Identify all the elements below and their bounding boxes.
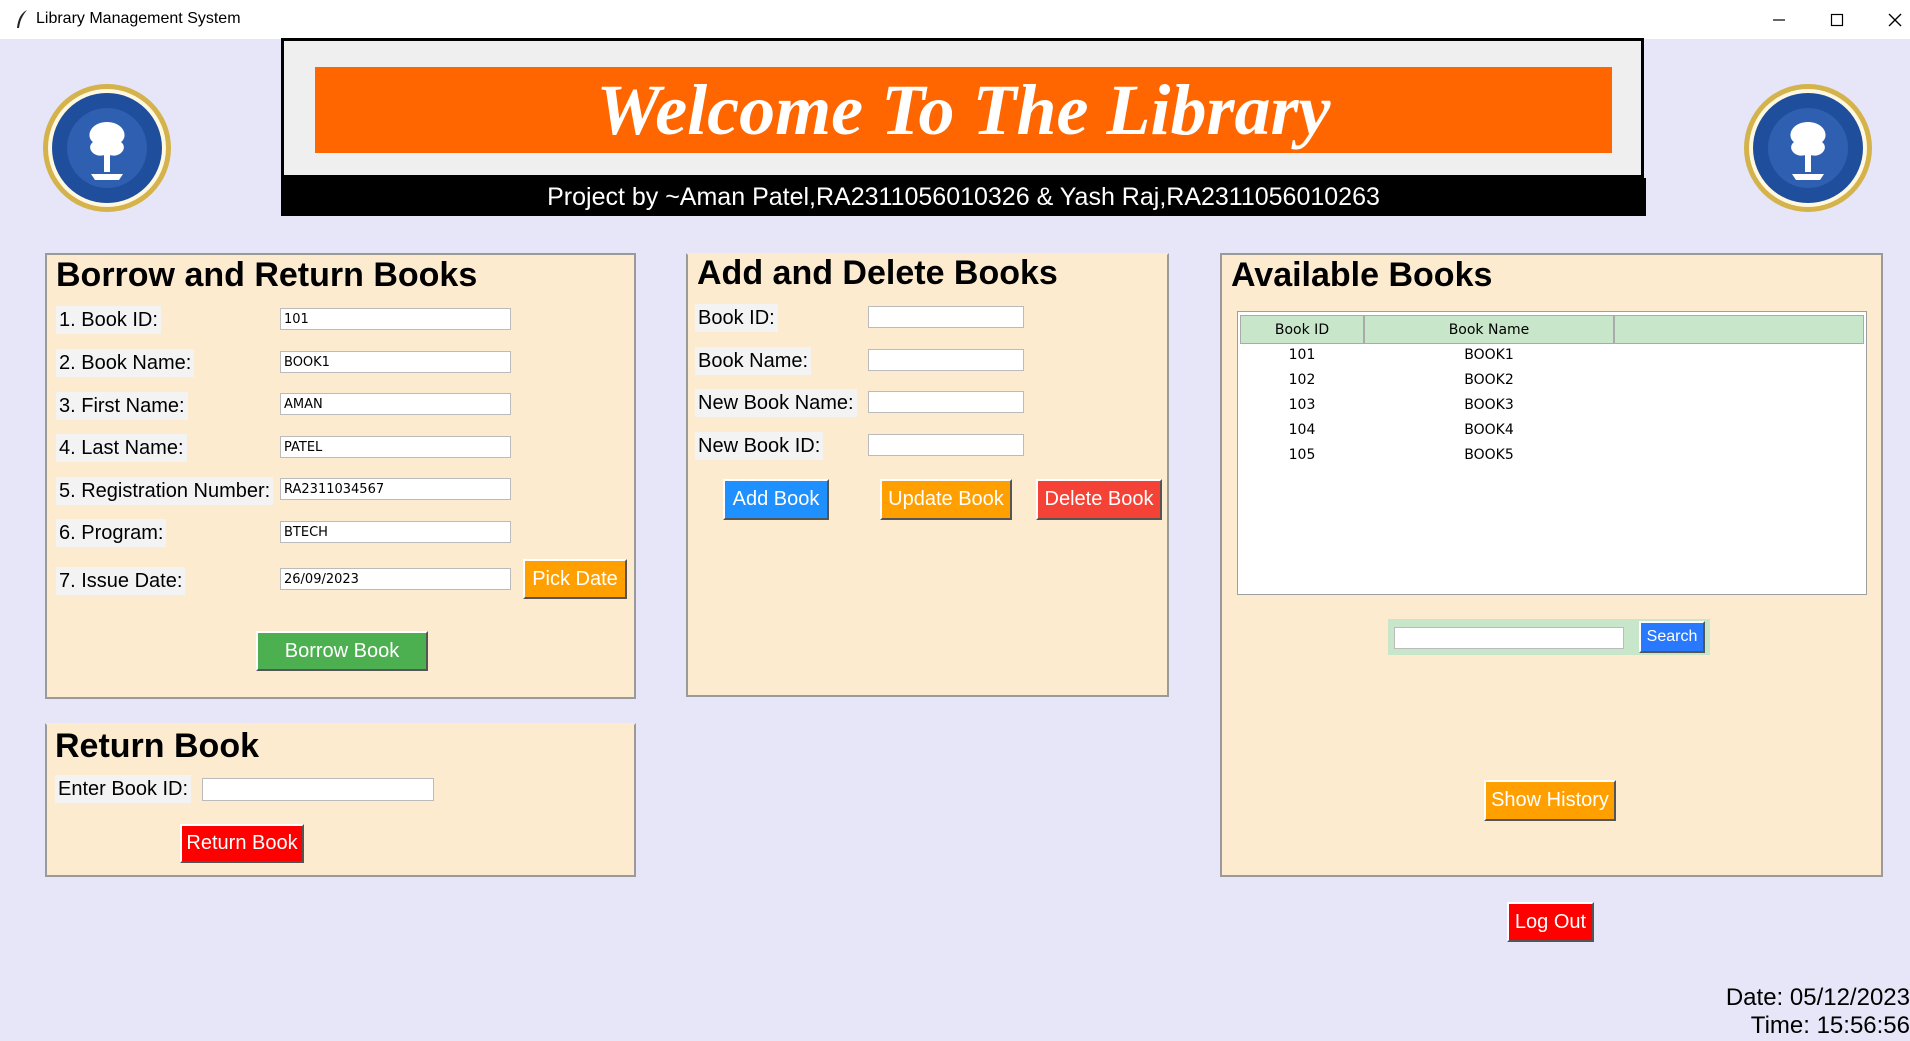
edit-book-name-label: Book Name: xyxy=(695,347,812,375)
column-header-book-id[interactable]: Book ID xyxy=(1240,315,1364,344)
new-book-name-input[interactable] xyxy=(868,391,1024,413)
maximize-button[interactable] xyxy=(1808,0,1866,39)
window-title-bar: Library Management System xyxy=(0,0,1910,39)
return-book-button[interactable]: Return Book xyxy=(180,824,304,863)
update-book-button[interactable]: Update Book xyxy=(880,479,1012,520)
project-credits: Project by ~Aman Patel,RA2311056010326 &… xyxy=(281,178,1646,216)
return-book-panel: Return Book Enter Book ID: Return Book xyxy=(45,723,636,877)
minimize-button[interactable] xyxy=(1750,0,1808,39)
table-cell-id[interactable]: 102 xyxy=(1240,372,1364,388)
borrow-panel-title: Borrow and Return Books xyxy=(52,258,482,292)
pick-date-button[interactable]: Pick Date xyxy=(523,559,627,599)
delete-book-button[interactable]: Delete Book xyxy=(1036,479,1162,520)
table-cell-id[interactable]: 104 xyxy=(1240,422,1364,438)
university-seal-logo-left xyxy=(43,84,171,212)
last-name-label: 4. Last Name: xyxy=(56,434,187,462)
table-cell-name[interactable]: BOOK1 xyxy=(1364,347,1614,363)
issue-date-input[interactable] xyxy=(280,568,511,590)
close-button[interactable] xyxy=(1866,0,1910,39)
search-bar: Search xyxy=(1388,619,1710,655)
window-title: Library Management System xyxy=(36,10,241,27)
log-out-button[interactable]: Log Out xyxy=(1507,902,1594,942)
available-panel-title: Available Books xyxy=(1227,258,1497,292)
return-panel-title: Return Book xyxy=(51,729,263,763)
edit-book-name-input[interactable] xyxy=(868,349,1024,371)
books-table: Book ID Book Name 101 BOOK1 102 BOOK2 10… xyxy=(1237,311,1867,595)
program-input[interactable] xyxy=(280,521,511,543)
add-delete-panel: Add and Delete Books Book ID: Book Name:… xyxy=(686,253,1169,697)
enter-book-id-label: Enter Book ID: xyxy=(55,775,192,803)
new-book-name-label: New Book Name: xyxy=(695,389,857,417)
registration-number-label: 5. Registration Number: xyxy=(56,477,274,505)
date-time-display: Date: 05/12/2023 Time: 15:56:56 xyxy=(1726,984,1910,1040)
column-header-blank[interactable] xyxy=(1614,315,1864,344)
new-book-id-label: New Book ID: xyxy=(695,432,824,460)
table-cell-name[interactable]: BOOK4 xyxy=(1364,422,1614,438)
borrow-book-button[interactable]: Borrow Book xyxy=(256,631,428,671)
last-name-input[interactable] xyxy=(280,436,511,458)
edit-book-id-label: Book ID: xyxy=(695,304,778,332)
issue-date-label: 7. Issue Date: xyxy=(56,567,186,595)
program-label: 6. Program: xyxy=(56,519,167,547)
book-id-label: 1. Book ID: xyxy=(56,306,161,334)
column-header-book-name[interactable]: Book Name xyxy=(1364,315,1614,344)
current-date: Date: 05/12/2023 xyxy=(1725,984,1910,1011)
add-delete-panel-title: Add and Delete Books xyxy=(693,256,1062,290)
new-book-id-input[interactable] xyxy=(868,434,1024,456)
book-name-input[interactable] xyxy=(280,351,511,373)
table-cell-name[interactable]: BOOK3 xyxy=(1364,397,1614,413)
search-input[interactable] xyxy=(1394,627,1624,649)
current-time: Time: 15:56:56 xyxy=(1750,1012,1910,1039)
table-cell-name[interactable]: BOOK5 xyxy=(1364,447,1614,463)
table-cell-id[interactable]: 103 xyxy=(1240,397,1364,413)
registration-number-input[interactable] xyxy=(280,478,511,500)
borrow-return-panel: Borrow and Return Books 1. Book ID: 2. B… xyxy=(45,253,636,699)
book-name-label: 2. Book Name: xyxy=(56,349,195,377)
university-seal-logo-right xyxy=(1744,84,1872,212)
close-icon xyxy=(1888,13,1902,26)
table-cell-name[interactable]: BOOK2 xyxy=(1364,372,1614,388)
first-name-label: 3. First Name: xyxy=(56,392,188,420)
table-cell-id[interactable]: 101 xyxy=(1240,347,1364,363)
search-button[interactable]: Search xyxy=(1639,621,1705,653)
first-name-input[interactable] xyxy=(280,393,511,415)
book-id-input[interactable] xyxy=(280,308,511,330)
feather-icon xyxy=(17,10,27,28)
banner-title: Welcome To The Library xyxy=(596,69,1331,150)
welcome-banner: Welcome To The Library xyxy=(315,67,1612,153)
edit-book-id-input[interactable] xyxy=(868,306,1024,328)
table-cell-id[interactable]: 105 xyxy=(1240,447,1364,463)
add-book-button[interactable]: Add Book xyxy=(723,479,829,520)
maximize-icon xyxy=(1830,13,1844,26)
minimize-icon xyxy=(1773,18,1785,21)
show-history-button[interactable]: Show History xyxy=(1484,780,1616,821)
return-book-id-input[interactable] xyxy=(202,778,434,801)
